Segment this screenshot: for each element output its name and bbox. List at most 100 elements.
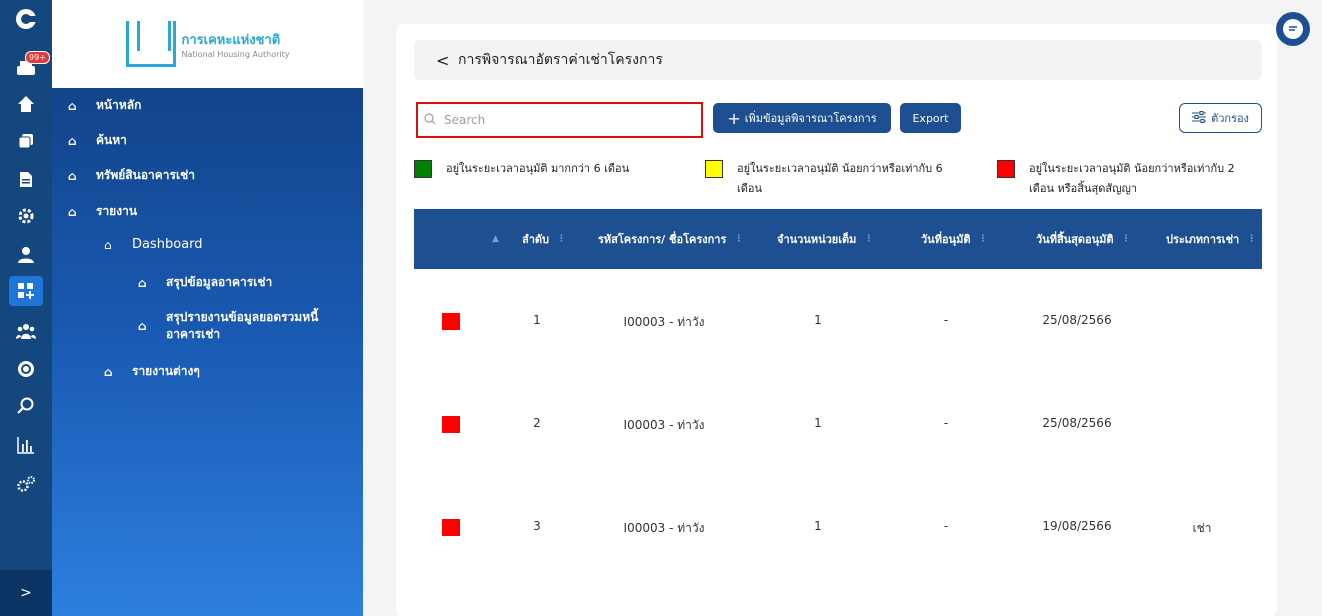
sidebar-item-label: สรุปข้อมูลอาคารเช่า — [166, 275, 273, 289]
home-outline-icon: ⌂ — [68, 133, 77, 148]
legend-label-green: อยู่ในระยะเวลาอนุมัติ มากกว่า 6 เดือน — [446, 162, 630, 175]
header-label: ลำดับ — [522, 233, 550, 246]
cell-order: 3 — [533, 519, 541, 533]
sort-icon: ⋮ — [864, 234, 874, 244]
legend-label-yellow-line1: อยู่ในระยะเวลาอนุมัติ น้อยกว่าหรือเท่ากั… — [737, 162, 943, 175]
sidebar-item-report[interactable]: ⌂ รายงาน — [68, 202, 137, 221]
cell-type: เช่า — [1192, 521, 1212, 535]
column-header-type[interactable]: ประเภทการเช่า ⋮ — [1166, 209, 1256, 269]
sidebar-item-debt-summary[interactable]: ⌂ สรุปรายงานข้อมูลยอดรวมหนี้ อาคารเช่า — [138, 309, 318, 343]
sidebar-item-label: รายงานต่างๆ — [132, 364, 200, 378]
page-header: < การพิจารณาอัตราค่าเช่าโครงการ — [414, 40, 1262, 80]
sidebar-item-label: Dashboard — [132, 237, 203, 252]
home-outline-icon: ⌂ — [68, 204, 77, 219]
cell-approved: - — [943, 519, 949, 533]
legend-swatch-red — [997, 160, 1015, 178]
cell-end-date: 25/08/2566 — [1042, 313, 1112, 327]
header-label: รหัสโครงการ/ ชื่อโครงการ — [598, 233, 727, 246]
search-icon — [424, 112, 444, 128]
legend-label-red-line1: อยู่ในระยะเวลาอนุมัติ น้อยกว่าหรือเท่ากั… — [1029, 162, 1235, 175]
sidebar-item-home[interactable]: ⌂ หน้าหลัก — [68, 96, 141, 115]
sort-icon: ⋮ — [978, 234, 988, 244]
back-button[interactable]: < — [436, 51, 458, 70]
cell-units: 1 — [814, 519, 822, 533]
header-label: ประเภทการเช่า — [1166, 233, 1240, 246]
home-outline-icon: ⌂ — [68, 98, 77, 113]
chat-button[interactable] — [1276, 12, 1310, 46]
column-header-end[interactable]: วันที่สิ้นสุดอนุมัติ ⋮ — [1036, 209, 1131, 269]
search-input[interactable] — [444, 113, 684, 127]
sort-icon: ⋮ — [1121, 234, 1131, 244]
cell-end-date: 19/08/2566 — [1042, 519, 1112, 533]
legend-label-yellow: อยู่ในระยะเวลาอนุมัติ น้อยกว่าหรือเท่ากั… — [737, 159, 943, 199]
copy-icon[interactable] — [9, 126, 43, 156]
cell-project: I00003 - ท่าวัง — [623, 521, 705, 535]
header-label: วันที่สิ้นสุดอนุมัติ — [1036, 233, 1114, 246]
sidebar-item-label: ค้นหา — [96, 133, 127, 147]
home-outline-icon: ⌂ — [68, 168, 77, 183]
notification-badge: 99+ — [25, 51, 50, 64]
legend-swatch-yellow — [705, 160, 723, 178]
sidebar-item-label: ทรัพย์สินอาคารเช่า — [96, 168, 195, 182]
cell-order: 2 — [533, 416, 541, 430]
sidebar-item-label: หน้าหลัก — [96, 98, 142, 112]
sidebar-item-dashboard[interactable]: ⌂ Dashboard — [104, 237, 203, 252]
legend-swatch-green — [414, 160, 432, 178]
status-indicator-red — [442, 519, 460, 536]
sort-icon: ⋮ — [1247, 234, 1257, 244]
legend-label-red: อยู่ในระยะเวลาอนุมัติ น้อยกว่าหรือเท่ากั… — [1029, 159, 1235, 199]
cell-project: I00003 - ท่าวัง — [623, 315, 705, 329]
export-button[interactable]: Export — [900, 103, 961, 133]
cell-end-date: 25/08/2566 — [1042, 416, 1112, 430]
legend-label-red-line2: เดือน หรือสิ้นสุดสัญญา — [1029, 182, 1138, 195]
logo-text-th: การเคหะแห่งชาติ — [181, 33, 281, 48]
home-outline-icon: ⌂ — [104, 237, 112, 252]
cell-order: 1 — [533, 313, 541, 327]
sort-icon: ▲ — [492, 234, 499, 244]
status-sort-header[interactable]: ▲ — [484, 209, 499, 269]
column-header-project[interactable]: รหัสโครงการ/ ชื่อโครงการ ⋮ — [598, 209, 743, 269]
header-label: วันที่อนุมัติ — [921, 233, 971, 246]
column-header-approved[interactable]: วันที่อนุมัติ ⋮ — [921, 209, 987, 269]
status-indicator-red — [442, 416, 460, 433]
search-box[interactable] — [416, 102, 703, 138]
group-icon[interactable] — [9, 316, 43, 346]
dashboard-icon[interactable] — [9, 276, 43, 306]
chart-icon[interactable] — [9, 430, 43, 460]
user-icon[interactable] — [9, 240, 43, 270]
sidebar-item-label: สรุปรายงานข้อมูลยอดรวมหนี้ — [166, 310, 319, 324]
sidebar-item-other-reports[interactable]: ⌂ รายงานต่างๆ — [104, 362, 200, 381]
app-logo-icon[interactable] — [9, 4, 43, 34]
sidebar-item-summary[interactable]: ⌂ สรุปข้อมูลอาคารเช่า — [138, 273, 272, 292]
filter-label: ตัวกรอง — [1211, 112, 1249, 125]
header-label: จำนวนหน่วยเต็ม — [777, 233, 857, 246]
home-outline-icon: ⌂ — [138, 319, 147, 333]
nha-logo: การเคหะแห่งชาติ National Housing Authori… — [52, 0, 363, 88]
sidebar-item-label: รายงาน — [96, 204, 138, 218]
home-icon[interactable] — [9, 89, 43, 119]
expand-sidebar-button[interactable]: > — [0, 570, 52, 616]
icon-rail: 99+ > — [0, 0, 52, 616]
settings-icon[interactable] — [9, 201, 43, 231]
document-icon[interactable] — [9, 164, 43, 194]
logo-text-en: National Housing Authority — [181, 50, 290, 59]
sidebar-item-assets[interactable]: ⌂ ทรัพย์สินอาคารเช่า — [68, 166, 195, 185]
gears-icon[interactable] — [9, 469, 43, 499]
nha-logo-mark — [125, 21, 176, 67]
sort-icon: ⋮ — [734, 234, 744, 244]
filter-button[interactable]: ตัวกรอง — [1179, 103, 1262, 133]
sidebar-item-search[interactable]: ⌂ ค้นหา — [68, 131, 127, 150]
filter-sliders-icon — [1192, 110, 1207, 126]
home-outline-icon: ⌂ — [104, 364, 113, 379]
search-icon[interactable] — [9, 391, 43, 421]
plus-icon: + — [727, 108, 741, 128]
cell-approved: - — [943, 313, 949, 327]
add-project-button[interactable]: + เพิ่มข้อมูลพิจารณาโครงการ — [713, 103, 891, 133]
home-outline-icon: ⌂ — [138, 275, 147, 290]
column-header-order[interactable]: ลำดับ ⋮ — [522, 209, 566, 269]
sidebar: การเคหะแห่งชาติ National Housing Authori… — [52, 0, 363, 616]
status-indicator-red — [442, 313, 460, 330]
column-header-units[interactable]: จำนวนหน่วยเต็ม ⋮ — [777, 209, 873, 269]
badge-icon[interactable] — [9, 354, 43, 384]
cell-approved: - — [943, 416, 949, 430]
